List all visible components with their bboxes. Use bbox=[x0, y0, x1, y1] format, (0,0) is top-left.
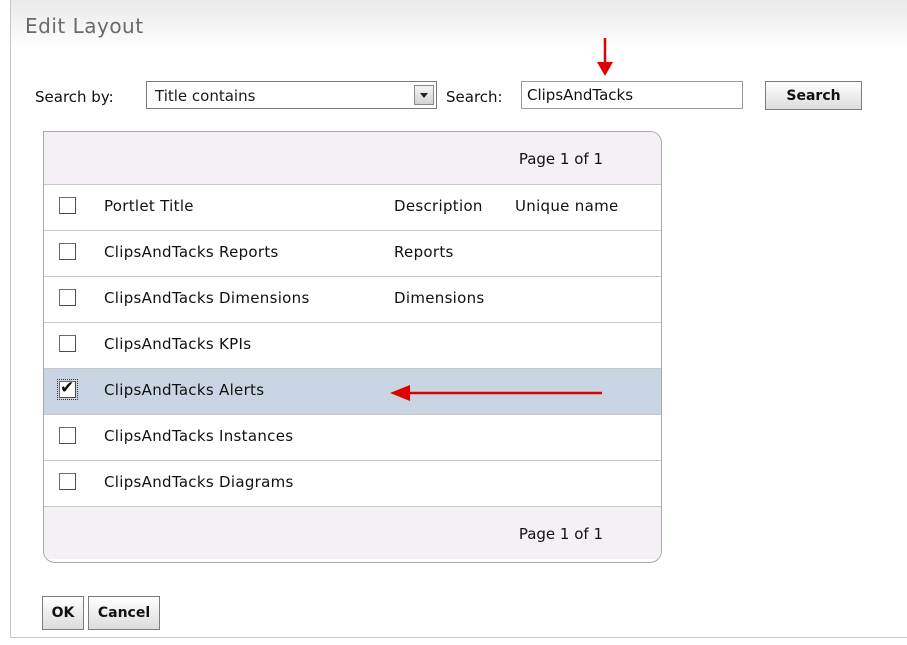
portlet-table: Page 1 of 1 Portlet Title Description Un… bbox=[43, 131, 662, 563]
search-by-label: Search by: bbox=[35, 88, 114, 106]
checkmark-icon: ✔ bbox=[60, 378, 75, 398]
row-title: ClipsAndTacks Alerts bbox=[104, 381, 265, 399]
row-description: Reports bbox=[394, 243, 454, 261]
row-checkbox-checked[interactable]: ✔ bbox=[57, 378, 78, 400]
annotation-arrow-down-icon bbox=[597, 38, 613, 76]
row-title: ClipsAndTacks Diagrams bbox=[104, 473, 294, 491]
header-portlet-title: Portlet Title bbox=[104, 197, 194, 215]
row-checkbox[interactable] bbox=[59, 335, 76, 352]
table-row[interactable]: ClipsAndTacks KPIs bbox=[44, 322, 661, 368]
search-button[interactable]: Search bbox=[765, 81, 862, 110]
title-bar: Edit Layout bbox=[11, 0, 907, 50]
dialog-title: Edit Layout bbox=[25, 14, 144, 38]
pager-bottom-text: Page 1 of 1 bbox=[518, 525, 603, 543]
annotation-arrow-left-icon bbox=[390, 385, 602, 401]
row-checkbox[interactable] bbox=[59, 289, 76, 306]
table-row[interactable]: ClipsAndTacks Dimensions Dimensions bbox=[44, 276, 661, 322]
row-title: ClipsAndTacks Reports bbox=[104, 243, 279, 261]
pager-top-text: Page 1 of 1 bbox=[518, 150, 603, 168]
pager-bottom: Page 1 of 1 bbox=[44, 506, 661, 559]
row-checkbox[interactable] bbox=[59, 243, 76, 260]
chevron-down-icon[interactable] bbox=[414, 85, 434, 105]
table-row[interactable]: ClipsAndTacks Reports Reports bbox=[44, 230, 661, 276]
ok-button[interactable]: OK bbox=[42, 596, 84, 630]
row-title: ClipsAndTacks Instances bbox=[104, 427, 294, 445]
table-header-row: Portlet Title Description Unique name bbox=[44, 184, 661, 230]
cancel-button[interactable]: Cancel bbox=[88, 596, 160, 630]
pager-top: Page 1 of 1 bbox=[44, 132, 661, 184]
table-row[interactable]: ClipsAndTacks Diagrams bbox=[44, 460, 661, 506]
row-title: ClipsAndTacks KPIs bbox=[104, 335, 252, 353]
search-row: Search by: Title contains Search: Search bbox=[11, 80, 907, 114]
row-checkbox[interactable] bbox=[59, 473, 76, 490]
row-checkbox[interactable] bbox=[59, 427, 76, 444]
header-unique-name: Unique name bbox=[515, 197, 619, 215]
row-title: ClipsAndTacks Dimensions bbox=[104, 289, 310, 307]
search-by-select[interactable]: Title contains bbox=[146, 81, 437, 109]
search-by-value: Title contains bbox=[155, 87, 256, 105]
edit-layout-dialog: Edit Layout Search by: Title contains Se… bbox=[10, 0, 907, 638]
row-description: Dimensions bbox=[394, 289, 485, 307]
select-all-checkbox[interactable] bbox=[59, 197, 76, 214]
header-description: Description bbox=[394, 197, 483, 215]
search-input[interactable] bbox=[521, 81, 743, 109]
search-label: Search: bbox=[446, 88, 503, 106]
table-row[interactable]: ClipsAndTacks Instances bbox=[44, 414, 661, 460]
